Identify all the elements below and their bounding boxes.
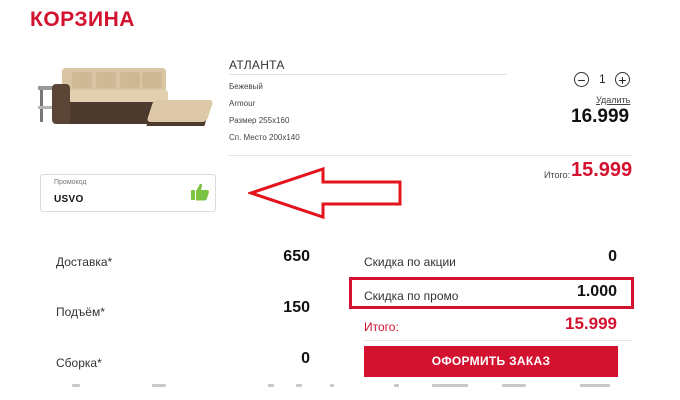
checkout-button[interactable]: ОФОРМИТЬ ЗАКАЗ xyxy=(364,346,618,377)
product-name[interactable]: АТЛАНТА xyxy=(229,58,285,72)
total-value: 15.999 xyxy=(565,314,617,333)
promo-discount-label: Скидка по промо xyxy=(364,289,459,303)
divider xyxy=(229,74,507,75)
cut-off-text xyxy=(60,384,620,388)
product-size: Размер 255x160 xyxy=(229,116,290,125)
quantity-decrease-button[interactable]: − xyxy=(574,72,589,87)
product-price: 16.999 xyxy=(571,106,630,127)
annotation-arrow xyxy=(248,166,402,220)
delivery-label: Доставка* xyxy=(56,255,113,269)
quantity-value: 1 xyxy=(599,72,606,86)
sale-discount-value: 0 xyxy=(608,248,617,265)
divider xyxy=(229,155,632,156)
lifting-label: Подъём* xyxy=(56,305,105,319)
product-image[interactable] xyxy=(38,60,214,132)
assembly-value: 0 xyxy=(301,350,310,367)
assembly-label: Сборка* xyxy=(56,356,102,370)
divider xyxy=(364,340,632,341)
product-sleeping-place: Сп. Место 200x140 xyxy=(229,133,300,142)
promo-code-label: Промокод xyxy=(54,179,87,186)
product-fabric: Armour xyxy=(229,99,256,108)
quantity-increase-button[interactable]: + xyxy=(615,72,630,87)
page-title: КОРЗИНА xyxy=(30,8,135,31)
promo-discount-value: 1.000 xyxy=(576,283,617,300)
promo-code-input-value[interactable]: USVO xyxy=(54,194,84,205)
total-label: Итого: xyxy=(364,320,399,334)
subtotal-label: Итого: xyxy=(544,170,571,180)
lifting-value: 150 xyxy=(283,299,310,316)
subtotal-value: 15.999 xyxy=(571,159,633,181)
product-color: Бежевый xyxy=(229,82,263,91)
remove-link[interactable]: Удалить xyxy=(596,95,630,105)
sale-discount-label: Скидка по акции xyxy=(364,255,456,269)
delivery-value: 650 xyxy=(283,248,310,265)
thumbs-up-icon xyxy=(191,183,209,201)
